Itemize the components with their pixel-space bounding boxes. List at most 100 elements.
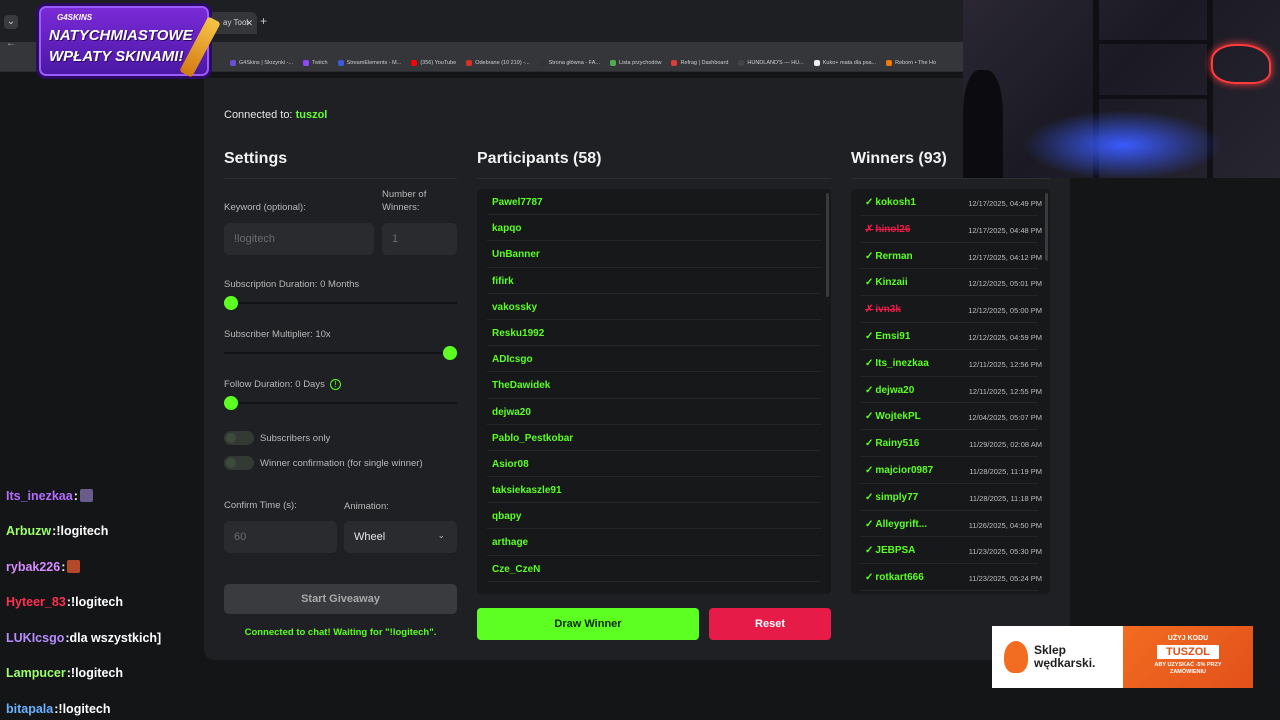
winner-name: ✓ Kinzaii [865,277,908,288]
bookmark-label: (356) YouTube [420,59,457,66]
scrollbar[interactable] [1045,193,1048,261]
bookmark-favicon-icon [886,59,893,66]
neon-bull-sign [1211,44,1271,84]
sub-duration-label: Subscription Duration: 0 Months [224,279,360,290]
connected-label: Connected to: [224,109,296,121]
winner-row: ✓ Rainy516 11/29/2025, 02:08 AM [861,430,1042,457]
giveaway-tool-panel: Connected to: tuszol Settings Participan… [204,78,1070,660]
subscribers-only-toggle[interactable] [224,431,254,445]
divider [224,178,457,179]
winner-timestamp: 12/12/2025, 05:01 PM [968,279,1042,289]
winner-timestamp: 11/28/2025, 11:19 PM [969,466,1042,476]
bookmark-item[interactable]: Refrag | Dashboard [671,59,729,66]
bookmark-item[interactable]: Lista przychodów [609,59,662,66]
bookmark-label: Refrag | Dashboard [680,59,729,66]
check-icon: ✓ [865,464,874,476]
winners-title: Winners (93) [851,150,947,167]
follow-duration-text: Follow Duration: 0 Days [224,379,325,390]
bookmark-item[interactable]: G4Skins | Skrzynki -... [230,59,293,66]
bookmark-item[interactable]: Odebrane (10 219) -... [466,59,530,66]
use-code-label: UŻYJ KODU [1167,635,1209,642]
follow-duration-label: Follow Duration: 0 Days! [224,378,341,391]
winner-timestamp: 11/23/2025, 05:30 PM [968,547,1042,557]
bookmark-item[interactable]: (356) YouTube [411,59,457,66]
winner-username: ivn3k [875,304,901,316]
winner-name: ✓ WojtekPL [865,411,921,422]
chat-message: LUKIcsgo: dla wszystkich] [6,620,201,656]
back-icon[interactable]: ← [6,38,16,49]
confirm-time-input[interactable]: 60 [224,521,337,553]
bookmark-item[interactable]: StreamElements - M... [337,59,402,66]
winner-row: ✓ Kinzaii 12/12/2025, 05:01 PM [861,269,1042,297]
bookmark-label: Twitch [312,59,328,66]
chat-text: !logitech [70,666,124,681]
winners-list[interactable]: ✓ kokosh1 12/17/2025, 04:49 PM ✗ hinol26 12/1… [851,189,1050,594]
participant-row: TheDawidek [487,372,821,399]
winner-confirmation-label: Winner confirmation (for single winner) [260,458,423,469]
winner-name: ✓ Alleygrift... [865,519,927,530]
bookmark-item[interactable]: Twitch [303,59,328,66]
participant-row: Pawel7787 [487,189,821,216]
animation-value: Wheel [354,531,386,543]
bookmark-label: StreamElements - M... [346,59,402,66]
tab-search-icon[interactable]: ⌄ [4,15,18,29]
winner-timestamp: 11/29/2025, 02:08 AM [969,440,1042,450]
bookmark-item[interactable]: Kuko+ mata dla psa... [813,59,876,66]
scrollbar[interactable] [826,193,829,297]
bookmark-item[interactable]: Reborn • The Ho [886,59,937,66]
winner-row: ✓ Alleygrift... 11/26/2025, 04:50 PM [861,511,1042,538]
check-icon: ✓ [865,384,874,396]
sub-duration-slider[interactable] [224,296,457,310]
bookmark-label: Lista przychodów [618,59,662,66]
winner-timestamp: 12/17/2025, 04:48 PM [968,225,1042,235]
check-icon: ✓ [865,357,874,369]
webcam-overlay [963,0,1280,178]
info-icon[interactable]: ! [329,378,341,390]
close-tab-icon[interactable]: ✕ [245,18,253,29]
chat-text: !logitech [56,524,109,539]
start-giveaway-button[interactable]: Start Giveaway [224,584,457,614]
confirm-time-label: Confirm Time (s): [224,500,297,511]
participants-list[interactable]: Pawel7787 kapqo UnBanner fifirk vakossky Resk… [477,189,831,594]
bookmark-favicon-icon [609,59,616,66]
bookmark-item[interactable]: Strona główna - FA... [539,59,600,66]
bookmark-label: Odebrane (10 219) -... [475,59,530,66]
bookmark-label: Strona główna - FA... [548,59,600,66]
keyword-input[interactable]: !logitech [224,223,374,255]
participant-row: Resku1992 [487,320,821,347]
chat-message: Its_inezkaa: [6,478,201,514]
participant-row: Pablo_Pestkobar [487,425,821,451]
bookmark-label: Reborn • The Ho [895,59,937,66]
chat-text: dla wszystkich] [69,630,162,645]
check-icon: ✓ [865,330,874,342]
slider-handle[interactable] [443,346,457,360]
winners-count-input[interactable]: 1 [382,223,457,255]
sponsor-banner: Sklep wędkarski. UŻYJ KODU TUSZOL ABY UZ… [992,626,1253,688]
slider-handle[interactable] [224,396,238,410]
discount-note: ABY UZYSKAĆ -5% PRZY ZAMÓWIENIU [1154,662,1222,675]
chat-message: Lampucer: !logitech [6,656,201,692]
bookmark-favicon-icon [671,59,678,66]
reset-button[interactable]: Reset [709,608,831,640]
subscribers-only-label: Subscribers only [260,433,331,444]
follow-duration-slider[interactable] [224,396,457,410]
chat-username: Arbuzw [6,524,52,539]
winner-confirmation-toggle[interactable] [224,456,254,470]
slider-handle[interactable] [224,296,238,310]
winner-name: ✓ Rerman [865,251,913,262]
participant-row: UnBanner [487,241,821,268]
chat-username: Lampucer [6,666,66,681]
winner-timestamp: 12/04/2025, 05:07 PM [968,413,1042,423]
winner-timestamp: 12/11/2025, 12:56 PM [968,359,1042,369]
animation-select[interactable]: Wheel ⌄ [344,521,457,553]
sub-multiplier-slider[interactable] [224,346,457,360]
participants-title: Participants (58) [477,150,602,167]
winner-name: ✗ hinol26 [865,224,910,235]
bookmark-favicon-icon [466,59,473,66]
check-icon: ✓ [865,411,874,423]
bookmark-item[interactable]: HUNDLAND'S — HU... [738,59,804,66]
winner-timestamp: 12/11/2025, 12:55 PM [968,386,1042,396]
new-tab-icon[interactable]: + [260,14,267,28]
winner-timestamp: 12/12/2025, 05:00 PM [968,306,1042,316]
draw-winner-button[interactable]: Draw Winner [477,608,699,640]
